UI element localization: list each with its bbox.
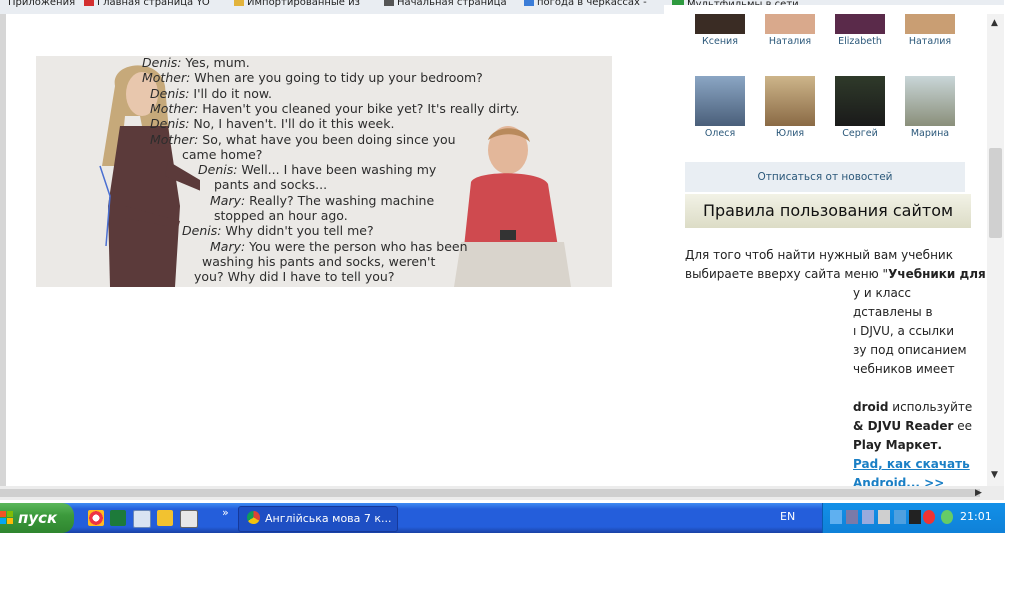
instructions-line: Для того чтоб найти нужный вам учебник — [685, 248, 953, 262]
friend-name[interactable]: Олеся — [685, 128, 755, 139]
bluetooth-icon[interactable] — [862, 510, 874, 524]
chrome-icon — [247, 511, 260, 524]
instructions-line: droid используйте — [853, 400, 973, 414]
friend-name[interactable]: Сергей — [825, 128, 895, 139]
friend-name[interactable]: Марина — [895, 128, 965, 139]
dialogue-line: Mary: Really? The washing machine — [210, 192, 435, 208]
tray-app-icon[interactable] — [878, 510, 890, 524]
bookmark-imported[interactable]: Импортированные из — [234, 0, 360, 10]
utility-icon[interactable] — [157, 510, 173, 526]
dialogue-line: Mother: So, what have you been doing sin… — [150, 131, 456, 147]
avatar-friend-6[interactable] — [765, 76, 815, 126]
instructions-line: & DJVU Reader ее — [853, 419, 972, 433]
dialogue-line: you? Why did I have to tell you? — [194, 269, 395, 285]
boy-illustration — [454, 126, 571, 287]
bookmark-weather[interactable]: погода в черкассах - — [524, 0, 647, 10]
antivirus-icon[interactable] — [923, 510, 935, 524]
textbook-image: Denis: Yes, mum. Mother: When are you goi… — [36, 56, 612, 287]
scroll-up-icon[interactable]: ▲ — [991, 18, 998, 28]
avatar-friend-7[interactable] — [835, 76, 885, 126]
phone-icon[interactable] — [894, 510, 906, 524]
download-guide-link[interactable]: Pad, как скачать — [853, 455, 970, 474]
instructions-line: зу под описанием — [853, 343, 967, 357]
avatar-friend-2[interactable] — [765, 14, 815, 34]
instructions-line: чебников имеет — [853, 362, 955, 376]
dialogue-line: Denis: Well... I have been washing my — [198, 162, 437, 178]
page-icon — [384, 0, 394, 6]
network-icon[interactable] — [830, 510, 842, 524]
dialogue-line: came home? — [182, 146, 263, 162]
start-button[interactable]: пуск — [0, 503, 74, 533]
friend-name[interactable]: Наталия — [755, 36, 825, 47]
instructions-line: у и класс — [853, 286, 911, 300]
windows-logo-icon — [0, 511, 13, 524]
chrome-quicklaunch-icon[interactable] — [88, 510, 104, 526]
bookmark-apps[interactable]: Приложения — [8, 0, 75, 10]
printer-icon[interactable] — [133, 510, 151, 528]
clock: 21:01 — [960, 510, 992, 523]
vertical-scroll-thumb[interactable] — [989, 148, 1002, 238]
avatar-friend-5[interactable] — [695, 76, 745, 126]
friend-name[interactable]: Elizabeth — [825, 36, 895, 47]
tray-app-icon[interactable] — [846, 510, 858, 524]
youtube-icon — [84, 0, 94, 6]
excel-icon[interactable] — [110, 510, 126, 526]
avatar-friend-4[interactable] — [905, 14, 955, 34]
dialogue-line: Mother: When are you going to tidy up yo… — [142, 70, 483, 86]
dialogue-line: Mother: Haven't you cleaned your bike ye… — [150, 100, 520, 116]
unsubscribe-button[interactable]: Отписаться от новостей — [685, 162, 965, 192]
instructions-line: Play Маркет. — [853, 438, 943, 452]
calculator-icon[interactable] — [180, 510, 198, 528]
dialogue-line: Denis: No, I haven't. I'll do it this we… — [150, 116, 395, 132]
dialogue-line: Denis: I'll do it now. — [150, 85, 272, 101]
quicklaunch-expand-icon[interactable]: » — [222, 506, 229, 519]
android-link[interactable]: Android... >> — [853, 474, 944, 486]
security-shield-icon[interactable] — [941, 510, 953, 524]
instructions-line: выбираете вверху сайта меню "Учебники дл… — [685, 267, 986, 281]
avatar-friend-8[interactable] — [905, 76, 955, 126]
dialogue-line: Mary: You were the person who has been — [210, 238, 468, 254]
folder-icon — [234, 0, 244, 6]
horizontal-scroll-thumb[interactable] — [0, 489, 980, 497]
scroll-right-icon[interactable]: ▶ — [975, 488, 982, 498]
friend-name[interactable]: Юлия — [755, 128, 825, 139]
scroll-down-icon[interactable]: ▼ — [991, 470, 998, 480]
friend-name[interactable]: Наталия — [895, 36, 965, 47]
instructions-line: ı DJVU, а ссылки — [853, 324, 955, 338]
friend-name[interactable]: Ксения — [685, 36, 755, 47]
rules-heading: Правила пользования сайтом — [685, 194, 971, 228]
language-indicator[interactable]: EN — [780, 510, 795, 523]
taskbar-chrome-window[interactable]: Англійська мова 7 к... — [238, 506, 398, 532]
bookmark-start-page[interactable]: Начальная страница — [384, 0, 507, 10]
dialogue-line: washing his pants and socks, weren't — [202, 253, 436, 269]
weather-icon — [524, 0, 534, 6]
page-margin — [0, 14, 6, 494]
avatar-friend-1[interactable] — [695, 14, 745, 34]
avatar-friend-3[interactable] — [835, 14, 885, 34]
dialogue-line: Denis: Why didn't you tell me? — [182, 223, 374, 239]
dialogue-line: Denis: Yes, mum. — [142, 56, 250, 70]
instructions-line: дставлены в — [853, 305, 933, 319]
dialogue-line: pants and socks... — [214, 177, 328, 193]
vertical-scrollbar[interactable] — [987, 14, 1004, 486]
bookmark-youtube[interactable]: Главная страница YO — [84, 0, 210, 10]
volume-icon[interactable] — [909, 510, 921, 524]
dialogue-line: stopped an hour ago. — [214, 208, 348, 223]
